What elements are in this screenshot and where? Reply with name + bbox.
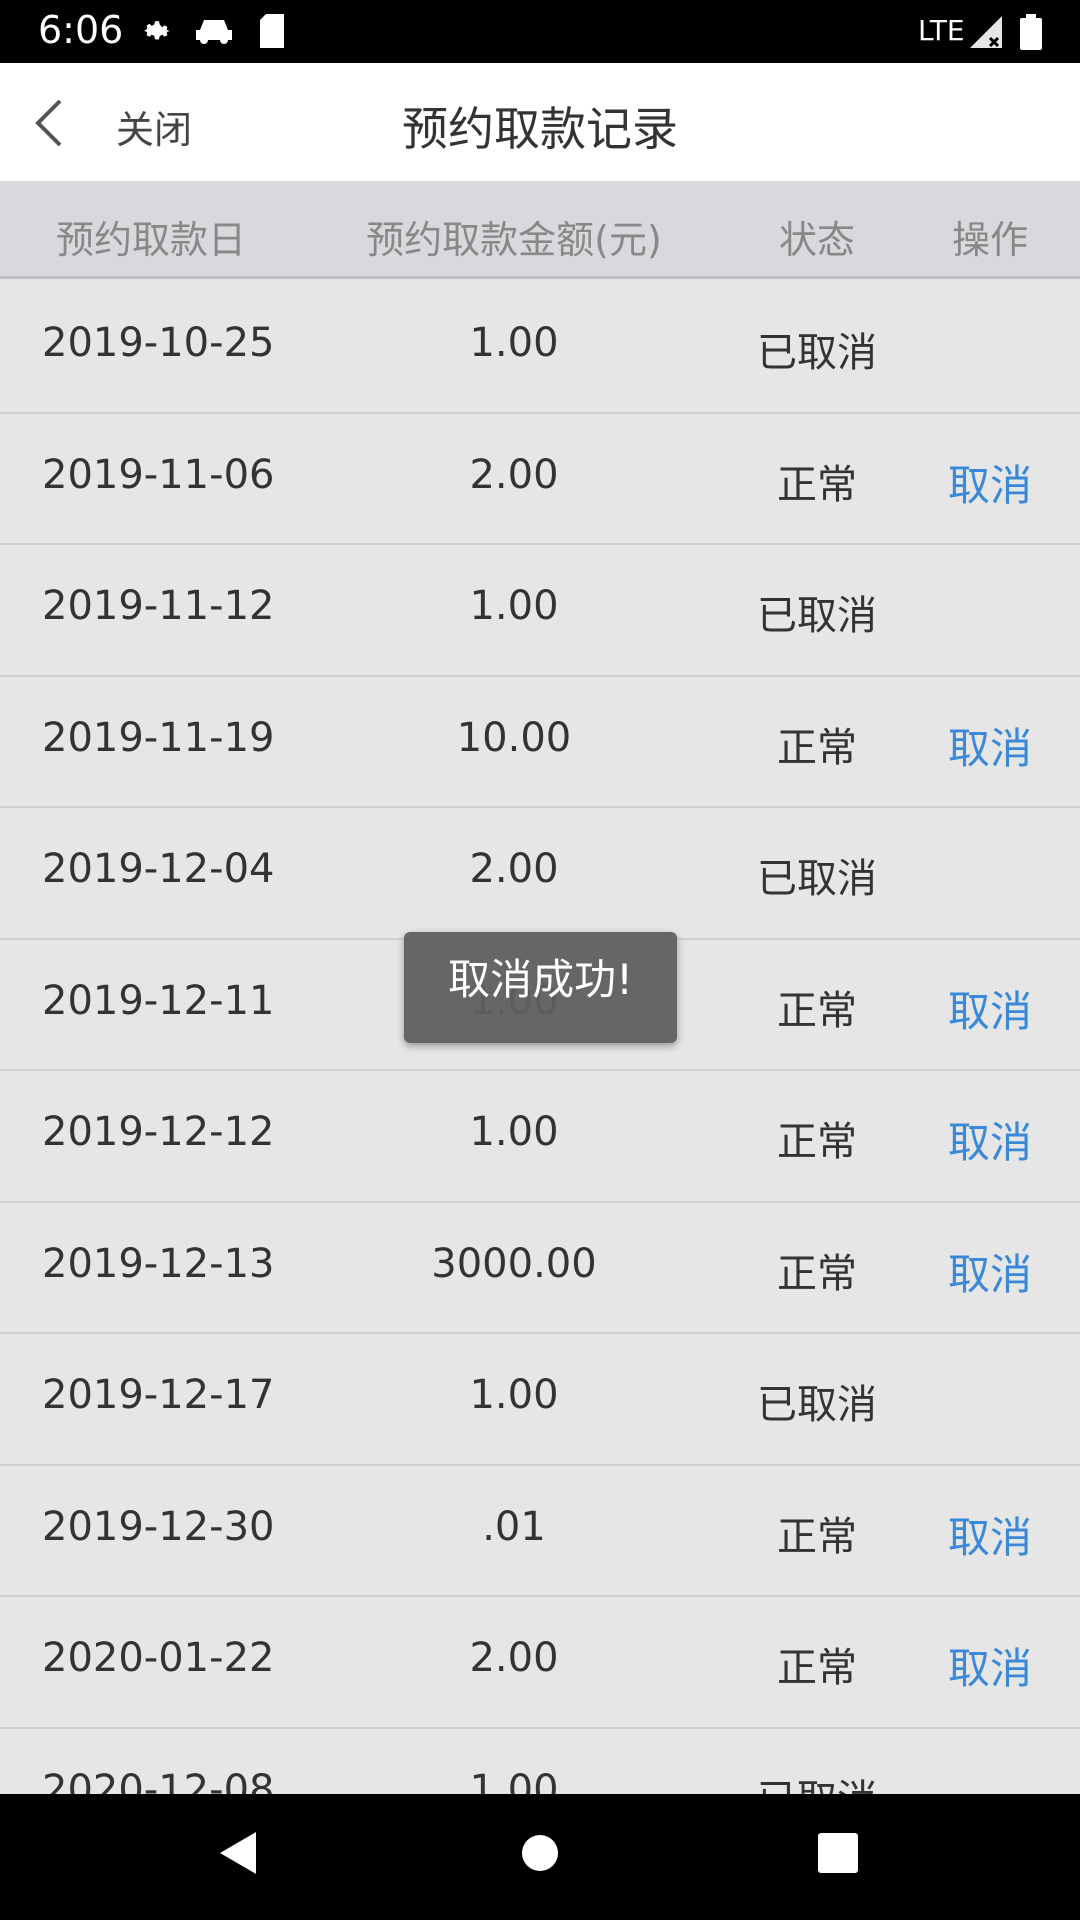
row-status: 已取消 [757,593,877,639]
car-icon [194,14,234,52]
signal-icon [968,14,1004,54]
battery-icon [1020,14,1042,54]
table-row: 2019-12-12 1.00 正常 取消 [0,1071,1080,1203]
row-date: 2020-12-08 [42,1766,275,1795]
row-status: 已取消 [757,330,877,376]
row-date: 2019-12-12 [42,1109,275,1155]
row-date: 2019-12-17 [42,1372,275,1418]
table-row: 2019-12-30 .01 正常 取消 [0,1465,1080,1597]
row-date: 2019-11-06 [42,451,275,498]
row-amount: 1.00 [469,320,559,366]
row-status: 正常 [777,987,857,1034]
row-status: 正常 [777,1250,857,1297]
row-status: 正常 [777,724,857,771]
row-status: 已取消 [757,856,877,902]
table-row: 2019-11-19 10.00 正常 取消 [0,676,1080,808]
table-header: 预约取款日 预约取款金额(元) 状态 操作 [0,181,1080,279]
table-row: 2019-11-12 1.00 已取消 [0,545,1080,677]
cancel-button[interactable]: 取消 [920,1241,1060,1302]
cancel-button[interactable]: 取消 [920,1635,1060,1696]
row-amount: 1.00 [469,1109,559,1155]
row-amount: .01 [482,1503,546,1550]
column-header-status: 状态 [778,218,855,262]
column-header-action: 操作 [951,218,1028,262]
row-date: 2019-11-19 [42,714,275,761]
recents-square-icon[interactable] [816,1828,860,1882]
row-status: 正常 [777,1119,857,1165]
cancel-button[interactable]: 取消 [920,1504,1060,1565]
row-date: 2019-12-30 [42,1503,275,1550]
row-status: 正常 [777,1513,857,1560]
page-title: 预约取款记录 [402,102,678,156]
cancel-button[interactable]: 取消 [920,1109,1060,1170]
table-row: 2019-12-17 1.00 已取消 [0,1334,1080,1466]
row-status: 正常 [777,461,857,508]
table-row: 2019-12-04 2.00 已取消 [0,808,1080,940]
status-bar: 6:06 LTE [0,0,1080,63]
table-row: 2020-12-08 1.00 已取消 [0,1728,1080,1795]
row-date: 2019-12-04 [42,846,275,892]
table-row: 2019-12-13 3000.00 正常 取消 [0,1202,1080,1334]
status-time: 6:06 [38,8,124,52]
cancel-button[interactable]: 取消 [920,452,1060,513]
gear-icon [140,14,174,52]
row-amount: 2.00 [469,846,559,892]
toast-message: 取消成功! [404,932,677,1043]
row-date: 2019-11-12 [42,583,275,629]
row-amount: 2.00 [469,1635,559,1681]
row-amount: 3000.00 [431,1240,597,1287]
back-triangle-icon[interactable] [216,1828,260,1882]
row-date: 2019-10-25 [42,320,275,366]
system-nav-bar [0,1794,1080,1920]
column-header-amount: 预约取款金额(元) [366,218,662,262]
cancel-button[interactable]: 取消 [920,715,1060,776]
row-date: 2019-12-11 [42,977,275,1024]
app-header: 关闭 预约取款记录 [0,63,1080,181]
table-row: 2019-10-25 1.00 已取消 [0,282,1080,414]
network-type: LTE [918,14,965,47]
row-date: 2019-12-13 [42,1240,275,1287]
cancel-button[interactable]: 取消 [920,978,1060,1039]
row-amount: 10.00 [456,714,572,761]
row-date: 2020-01-22 [42,1635,275,1681]
table-row: 2019-11-06 2.00 正常 取消 [0,413,1080,545]
row-amount: 1.00 [469,583,559,629]
row-status: 正常 [777,1645,857,1691]
row-status: 已取消 [757,1382,877,1428]
column-header-date: 预约取款日 [55,218,246,262]
row-status: 已取消 [730,1767,904,1795]
row-amount: 1.00 [469,1766,559,1795]
sd-card-icon [258,14,286,52]
row-amount: 1.00 [469,1372,559,1418]
row-amount: 2.00 [469,451,559,498]
table-row: 2020-01-22 2.00 正常 取消 [0,1597,1080,1729]
home-circle-icon[interactable] [520,1828,560,1882]
